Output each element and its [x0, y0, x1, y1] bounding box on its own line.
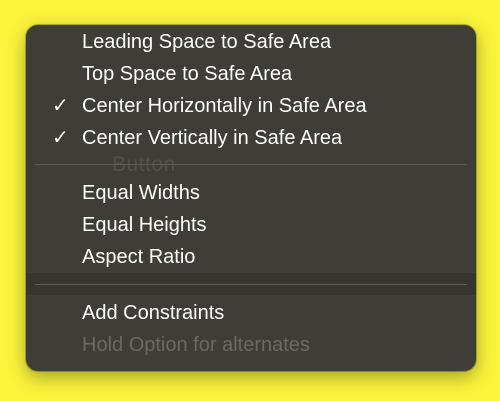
checkmark-icon: ✓	[52, 127, 69, 149]
menu-item-hold-option-for-alternates: Hold Option for alternates	[82, 334, 310, 356]
menu-separator	[35, 284, 467, 285]
menu-item-center-vertically-in-safe-area[interactable]: Center Vertically in Safe Area	[82, 123, 342, 153]
background-button-text: Button	[112, 153, 176, 176]
context-menu: Button Leading Space to Safe Area Top Sp…	[26, 25, 476, 371]
menu-item-center-horizontally-in-safe-area[interactable]: Center Horizontally in Safe Area	[82, 91, 367, 121]
menu-item-equal-widths[interactable]: Equal Widths	[82, 178, 200, 208]
menu-item-leading-space-to-safe-area[interactable]: Leading Space to Safe Area	[82, 27, 331, 57]
menu-item-add-constraints[interactable]: Add Constraints	[82, 298, 224, 328]
menu-separator	[35, 164, 467, 165]
menu-item-equal-heights[interactable]: Equal Heights	[82, 210, 207, 240]
menu-item-top-space-to-safe-area[interactable]: Top Space to Safe Area	[82, 59, 292, 89]
checkmark-icon: ✓	[52, 95, 69, 117]
menu-item-aspect-ratio[interactable]: Aspect Ratio	[82, 242, 195, 272]
